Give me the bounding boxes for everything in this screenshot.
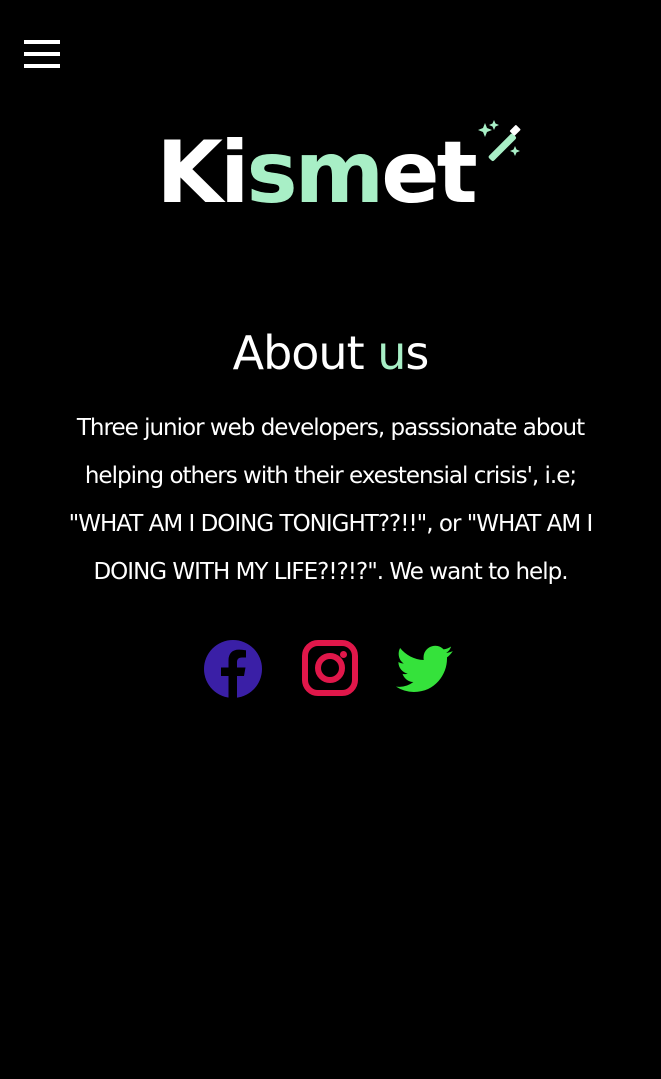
menu-bar	[24, 40, 60, 44]
menu-bar	[24, 52, 60, 56]
magic-wand-sparkles-icon	[477, 120, 521, 162]
logo-text: Kismet	[156, 118, 521, 228]
menu-bar	[24, 64, 60, 68]
twitter-link[interactable]	[396, 640, 454, 698]
twitter-icon	[396, 645, 453, 692]
about-description: Three junior web developers, passsionate…	[68, 415, 594, 585]
social-links	[0, 640, 661, 698]
title-accent: u	[377, 326, 406, 380]
logo-part-accent: sm	[246, 123, 384, 223]
logo[interactable]: Kismet	[0, 118, 661, 228]
instagram-link[interactable]	[300, 640, 358, 698]
facebook-icon	[204, 640, 262, 698]
hamburger-menu-icon[interactable]	[24, 40, 60, 68]
title-text-end: s	[405, 326, 429, 380]
page-title: About us	[0, 322, 661, 384]
facebook-link[interactable]	[204, 640, 262, 698]
logo-part: et	[381, 123, 477, 223]
logo-part: Ki	[156, 123, 249, 223]
instagram-icon	[302, 640, 358, 696]
title-text: About	[232, 326, 378, 380]
